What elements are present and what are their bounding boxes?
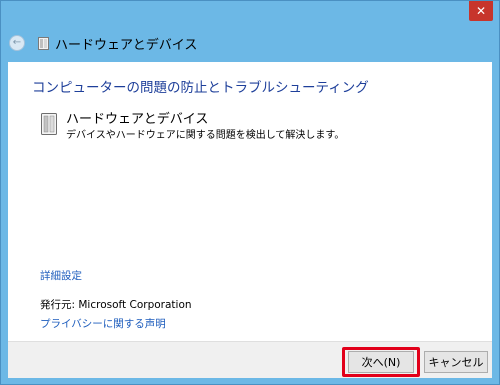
window-title: ハードウェアとデバイス	[55, 37, 198, 53]
privacy-statement-link[interactable]: プライバシーに関する声明	[40, 316, 166, 331]
close-icon: ✕	[475, 4, 487, 18]
hardware-device-icon	[40, 113, 58, 135]
button-bar: 次へ(N) キャンセル	[8, 341, 492, 378]
close-button[interactable]: ✕	[469, 1, 493, 21]
publisher-label: 発行元: Microsoft Corporation	[40, 299, 192, 311]
cancel-button[interactable]: キャンセル	[424, 351, 488, 373]
title-bar: ✕	[1, 1, 499, 29]
advanced-settings-link[interactable]: 詳細設定	[40, 268, 82, 283]
navigation-bar: ← ハードウェアとデバイス	[9, 32, 489, 54]
main-panel: コンピューターの問題の防止とトラブルシューティング ハードウェアとデバイス デバ…	[8, 62, 492, 341]
troubleshooter-window: ✕ ← ハードウェアとデバイス コンピューターの問題の防止とトラブルシューティン…	[0, 0, 500, 385]
back-button[interactable]: ←	[9, 35, 25, 51]
back-arrow-icon: ←	[12, 37, 22, 48]
page-heading: コンピューターの問題の防止とトラブルシューティング	[32, 80, 369, 96]
troubleshooter-item-description: デバイスやハードウェアに関する問題を検出して解決します。	[66, 130, 345, 141]
troubleshooter-item-text: ハードウェアとデバイス デバイスやハードウェアに関する問題を検出して解決します。	[66, 112, 344, 142]
troubleshooter-item-title: ハードウェアとデバイス	[66, 112, 209, 127]
troubleshooter-item[interactable]: ハードウェアとデバイス デバイスやハードウェアに関する問題を検出して解決します。	[40, 112, 344, 142]
hardware-small-icon	[37, 36, 49, 50]
next-button[interactable]: 次へ(N)	[348, 351, 414, 373]
